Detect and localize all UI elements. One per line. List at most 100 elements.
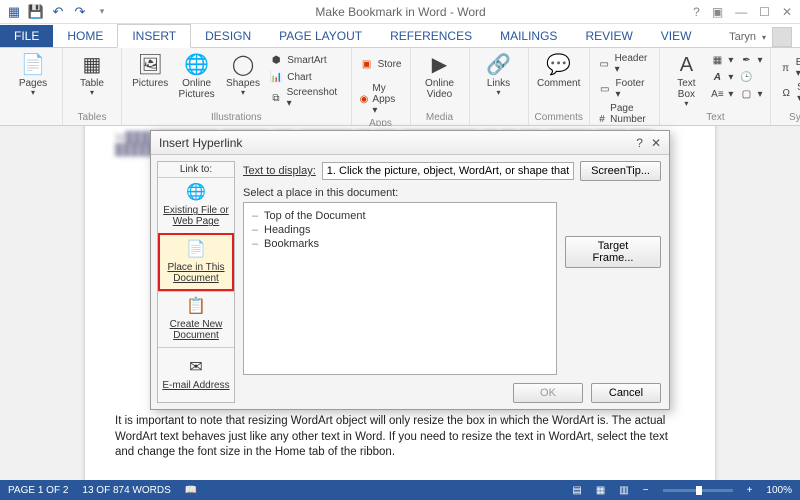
equation-icon: π (779, 61, 791, 75)
user-name[interactable]: Taryn (729, 31, 756, 43)
save-icon[interactable]: 💾 (26, 2, 46, 22)
pages-icon: 📄 (19, 52, 47, 78)
maximize-icon[interactable]: ☐ (759, 5, 770, 19)
tab-page-layout[interactable]: PAGE LAYOUT (265, 25, 376, 47)
myapps-icon: ◉ (360, 93, 369, 107)
tab-view[interactable]: VIEW (647, 25, 706, 47)
ribbon-display-icon[interactable]: ▣ (712, 5, 723, 19)
linkto-place-in-document[interactable]: 📄Place in This Document (158, 233, 234, 292)
zoom-level[interactable]: 100% (766, 485, 792, 496)
datetime-icon: 🕒 (739, 70, 753, 84)
zoom-slider[interactable] (663, 489, 733, 492)
zoom-out-icon[interactable]: − (643, 485, 649, 496)
datetime-button[interactable]: 🕒 (737, 69, 764, 85)
pages-button[interactable]: 📄Pages▾ (10, 50, 56, 100)
dialog-title: Insert Hyperlink (159, 136, 242, 150)
existing-file-icon: 🌐 (185, 183, 207, 203)
comment-button[interactable]: 💬Comment (536, 50, 582, 91)
ok-button[interactable]: OK (513, 383, 583, 403)
user-dropdown-icon[interactable]: ▾ (762, 33, 766, 42)
tab-mailings[interactable]: MAILINGS (486, 25, 571, 47)
group-comments: Comments (535, 111, 583, 123)
header-icon: ▭ (598, 57, 611, 71)
minimize-icon[interactable]: — (735, 5, 747, 19)
screentip-button[interactable]: ScreenTip... (580, 161, 661, 181)
textbox-icon: A (672, 52, 700, 78)
group-symbols: Symbols (789, 111, 800, 123)
text-to-display-label: Text to display: (243, 165, 316, 177)
pictures-button[interactable]: 🖼Pictures (128, 50, 172, 91)
linkto-existing-file[interactable]: 🌐Existing File or Web Page (158, 177, 234, 233)
online-video-button[interactable]: ▶Online Video (417, 50, 463, 102)
smartart-icon: ⬢ (269, 53, 283, 67)
table-button[interactable]: ▦Table▾ (69, 50, 115, 100)
footer-button[interactable]: ▭Footer ▾ (596, 77, 654, 101)
group-illustrations: Illustrations (211, 111, 262, 123)
status-proofing-icon[interactable]: 📖 (185, 485, 197, 496)
view-print-icon[interactable]: ▦ (596, 485, 605, 496)
tab-design[interactable]: DESIGN (191, 25, 265, 47)
tab-file[interactable]: FILE (0, 25, 53, 47)
status-page[interactable]: PAGE 1 OF 2 (8, 485, 68, 496)
signature-button[interactable]: ✒▾ (737, 52, 764, 68)
textbox-button[interactable]: AText Box▾ (666, 50, 706, 111)
dropcap-icon: A≡ (710, 87, 724, 101)
store-button[interactable]: ▣Store (358, 56, 404, 72)
email-icon: ✉ (185, 358, 207, 378)
undo-icon[interactable]: ↶ (48, 2, 68, 22)
dialog-help-icon[interactable]: ? (636, 136, 643, 150)
dropcap-button[interactable]: A≡▾ (708, 86, 735, 102)
linkto-create-new[interactable]: 📋Create New Document (158, 291, 234, 347)
insert-hyperlink-dialog: Insert Hyperlink ? ✕ Link to: 🌐Existing … (150, 130, 670, 410)
linkto-email[interactable]: ✉E-mail Address (158, 347, 234, 403)
screenshot-icon: ⧉ (269, 91, 282, 105)
object-icon: ▢ (739, 87, 753, 101)
shapes-button[interactable]: ◯Shapes▾ (221, 50, 265, 100)
qat-customize-icon[interactable]: ▾ (92, 2, 112, 22)
header-button[interactable]: ▭Header ▾ (596, 52, 654, 76)
select-place-label: Select a place in this document: (243, 187, 661, 199)
myapps-button[interactable]: ◉My Apps ▾ (358, 82, 404, 117)
close-icon[interactable]: ✕ (782, 5, 792, 19)
cancel-button[interactable]: Cancel (591, 383, 661, 403)
screenshot-button[interactable]: ⧉Screenshot ▾ (267, 86, 344, 110)
group-media: Media (426, 111, 453, 123)
wordart-button[interactable]: A▾ (708, 69, 735, 85)
create-new-icon: 📋 (185, 297, 207, 317)
target-frame-button[interactable]: Target Frame... (565, 236, 661, 268)
tab-insert[interactable]: INSERT (117, 24, 191, 48)
document-places-tree[interactable]: Top of the Document Headings Bookmarks (243, 202, 557, 375)
online-pictures-button[interactable]: 🌐Online Pictures (174, 50, 218, 102)
zoom-in-icon[interactable]: + (747, 485, 753, 496)
online-video-icon: ▶ (426, 52, 454, 78)
quickparts-button[interactable]: ▦▾ (708, 52, 735, 68)
object-button[interactable]: ▢▾ (737, 86, 764, 102)
help-icon[interactable]: ? (693, 5, 700, 19)
signature-icon: ✒ (739, 53, 753, 67)
status-words[interactable]: 13 OF 874 WORDS (82, 485, 170, 496)
tab-references[interactable]: REFERENCES (376, 25, 486, 47)
view-read-icon[interactable]: ▤ (572, 485, 581, 496)
quickparts-icon: ▦ (710, 53, 724, 67)
tab-review[interactable]: REVIEW (571, 25, 646, 47)
smartart-button[interactable]: ⬢SmartArt (267, 52, 344, 68)
chart-button[interactable]: 📊Chart (267, 69, 344, 85)
page-number-icon: # (598, 113, 606, 127)
place-in-doc-icon: 📄 (185, 240, 207, 260)
tree-headings[interactable]: Headings (252, 223, 548, 237)
chart-icon: 📊 (269, 70, 283, 84)
links-button[interactable]: 🔗Links▾ (476, 50, 522, 100)
avatar[interactable] (772, 27, 792, 47)
dialog-close-icon[interactable]: ✕ (651, 136, 661, 150)
tree-bookmarks[interactable]: Bookmarks (252, 237, 548, 251)
text-to-display-input[interactable] (322, 162, 574, 180)
word-app-icon[interactable]: ▦ (4, 2, 24, 22)
comment-icon: 💬 (545, 52, 573, 78)
equation-button[interactable]: πEquation ▾ (777, 56, 800, 80)
group-text: Text (706, 111, 724, 123)
symbol-button[interactable]: ΩSymbol ▾ (777, 81, 800, 105)
tree-top-of-document[interactable]: Top of the Document (252, 209, 548, 223)
tab-home[interactable]: HOME (53, 25, 117, 47)
redo-icon[interactable]: ↷ (70, 2, 90, 22)
view-web-icon[interactable]: ▥ (619, 485, 628, 496)
